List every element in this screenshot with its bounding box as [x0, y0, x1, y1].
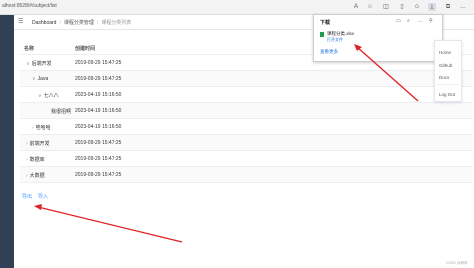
favorite-star-icon[interactable]: ☆: [366, 3, 374, 11]
folder-icon[interactable]: ▭: [396, 18, 401, 24]
see-more-link[interactable]: 查看更多: [320, 49, 338, 55]
menu-item-docs[interactable]: Docs: [439, 75, 449, 80]
import-link[interactable]: 导入: [38, 194, 48, 200]
address-bar[interactable]: alhost:9528/#/subject/list: [2, 3, 57, 9]
table-actions: 导出 导入: [22, 193, 54, 200]
table-row: ∨ 七八八 2023-04-19 15:16:50: [20, 87, 472, 103]
more-icon[interactable]: …: [418, 18, 423, 24]
created-time: 2019-09-29 15:47:25: [75, 76, 122, 82]
breadcrumb: Dashboard / 课程分类管理 / 课程分类列表: [32, 20, 132, 26]
red-arrow-line: [37, 206, 183, 243]
menu-item-logout[interactable]: Log Out: [439, 92, 455, 97]
menu-item-github[interactable]: Github: [439, 63, 452, 68]
table-row: › 数据库 2019-09-29 15:47:25: [20, 151, 472, 167]
downloads-icon[interactable]: ⤓: [428, 3, 436, 11]
created-time: 2019-09-29 15:47:25: [75, 172, 122, 178]
open-file-link[interactable]: 打开文件: [327, 37, 343, 43]
split-screen-icon[interactable]: ▯: [398, 3, 406, 11]
expand-caret-icon[interactable]: ∨: [26, 61, 30, 67]
category-name: 我很招啊: [51, 109, 72, 115]
table-row: 我很招啊 2023-04-19 15:16:50: [20, 103, 472, 119]
export-link[interactable]: 导出: [22, 194, 32, 200]
breadcrumb-section[interactable]: 课程分类管理: [64, 20, 94, 26]
browser-toolbar: alhost:9528/#/subject/list A ☆ ◫ ▯ ✩ ⤓ ⧉…: [0, 0, 474, 15]
pin-icon[interactable]: ⚲: [429, 18, 433, 24]
collections-icon[interactable]: ⧉: [444, 3, 452, 11]
menu-item-home[interactable]: Home: [439, 50, 451, 55]
created-time: 2023-04-19 15:16:50: [75, 108, 122, 114]
created-time: 2023-04-19 15:16:50: [75, 124, 122, 130]
search-icon[interactable]: ⌕: [407, 18, 410, 24]
column-header-created: 创建时间: [75, 46, 96, 52]
more-icon[interactable]: …: [459, 3, 467, 11]
extension-icon[interactable]: ◫: [382, 3, 390, 11]
expand-caret-icon[interactable]: ›: [32, 125, 34, 131]
table-row: › 哇哈哈 2023-04-19 15:16:50: [20, 119, 472, 135]
category-name: 前端开发: [29, 141, 50, 147]
breadcrumb-dashboard[interactable]: Dashboard: [32, 20, 56, 26]
favorites-icon[interactable]: ✩: [413, 3, 421, 11]
hamburger-icon[interactable]: ☰: [18, 18, 23, 25]
expand-caret-icon[interactable]: ›: [26, 157, 28, 163]
category-name: 哇哈哈: [35, 125, 51, 131]
created-time: 2019-09-29 15:47:25: [75, 156, 122, 162]
sidebar: [0, 15, 14, 268]
category-name: 七八八: [43, 93, 59, 99]
excel-file-icon: [320, 32, 324, 37]
expand-caret-icon[interactable]: ›: [26, 141, 28, 147]
created-time: 2019-09-29 15:47:25: [75, 140, 122, 146]
created-time: 2019-09-29 15:47:25: [75, 60, 122, 66]
table-row: ∨ Java 2019-09-29 15:47:25: [20, 71, 472, 87]
category-name: 数据库: [29, 157, 45, 163]
table-row: › 前端开发 2019-09-29 15:47:25: [20, 135, 472, 151]
menu-divider: [437, 84, 459, 85]
user-dropdown-menu: Home Github Docs Log Out: [434, 40, 462, 102]
column-header-name: 名称: [24, 46, 35, 52]
category-name: 后端开发: [31, 61, 52, 67]
expand-caret-icon[interactable]: ∨: [32, 76, 36, 82]
expand-caret-icon[interactable]: ›: [26, 173, 28, 179]
breadcrumb-current: 课程分类列表: [101, 20, 132, 26]
category-name: Java: [37, 76, 49, 82]
expand-caret-icon[interactable]: ∨: [38, 93, 42, 99]
category-name: 大数据: [29, 173, 45, 179]
downloads-panel: 下载 ▭ ⌕ … ⚲ 课程分类.xlsx 打开文件 查看更多: [313, 14, 443, 62]
table-row: › 大数据 2019-09-29 15:47:25: [20, 167, 472, 183]
watermark: CSDN @枫林: [446, 261, 468, 265]
created-time: 2023-04-19 15:16:50: [75, 92, 122, 98]
read-aloud-icon[interactable]: A: [352, 3, 360, 11]
downloads-title: 下载: [320, 20, 331, 26]
red-arrow-head: [34, 204, 42, 210]
